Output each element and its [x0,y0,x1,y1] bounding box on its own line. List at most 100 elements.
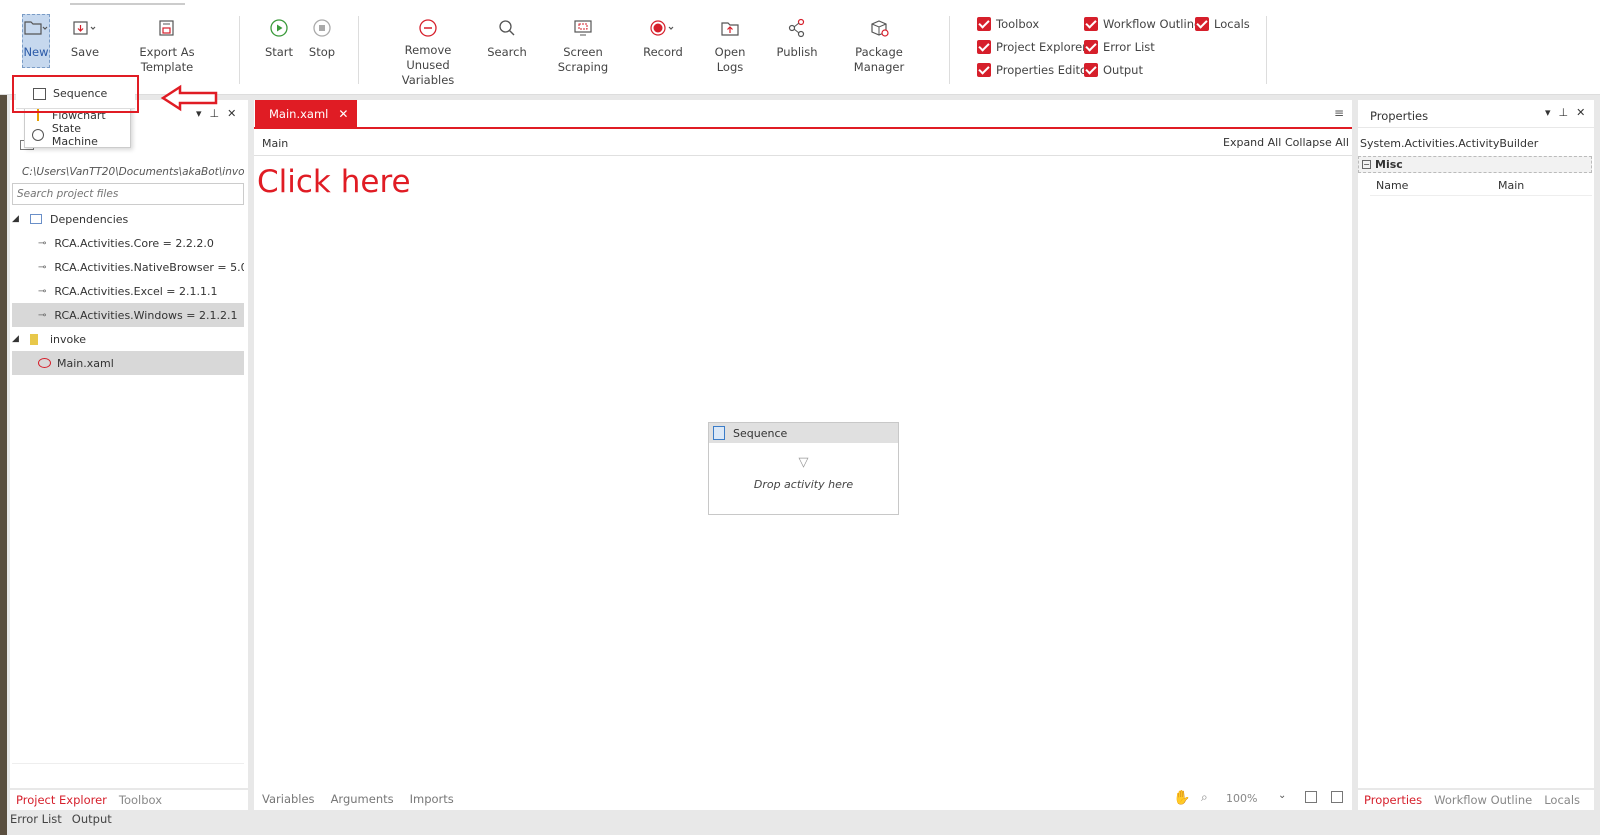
menu-label-state-machine: State Machine [51,122,98,148]
tree-item-dependency[interactable]: ⊸ RCA.Activities.Core = 2.2.2.0 [12,231,244,255]
open-logs-icon [720,14,740,42]
pin-icon[interactable]: ⊥ [1559,106,1569,119]
sequence-activity[interactable]: Sequence ▽ Drop activity here [708,422,899,515]
tab-workflow-outline[interactable]: Workflow Outline [1434,793,1532,807]
tab-imports[interactable]: Imports [410,792,454,806]
export-template-button[interactable]: Export As Template [117,14,217,75]
start-button[interactable]: Start [263,14,295,60]
locals-checkbox[interactable]: Locals [1195,15,1250,33]
package-manager-button[interactable]: Package Manager [832,14,926,75]
close-icon[interactable]: ✕ [1576,106,1585,119]
properties-editor-checkbox[interactable]: Properties Editor [977,61,1092,79]
export-template-icon [158,14,176,42]
tab-error-list[interactable]: Error List [10,812,62,826]
tab-variables[interactable]: Variables [262,792,315,806]
breadcrumb[interactable]: Main [262,137,288,150]
project-path: C:\Users\VanTT20\Documents\akaBot\invoi [22,166,244,178]
menu-item-sequence-highlighted[interactable]: Sequence [26,83,107,104]
save-label: Save [70,45,100,59]
search-label: Search [487,45,527,59]
properties-title: Properties [1370,109,1429,123]
expand-arrow-icon[interactable]: ◢ [12,334,26,344]
zoom-icon[interactable]: ⌕ [1201,790,1208,805]
properties-panel: Properties ▾ ⊥ ✕ System.Activities.Activ… [1358,100,1594,788]
export-label: Export As Template [139,45,195,74]
drop-hint: Drop activity here [753,478,854,491]
tab-output[interactable]: Output [72,812,112,826]
tree-item-dependency[interactable]: ⊸ RCA.Activities.Excel = 2.1.1.1 [12,279,244,303]
share-icon [787,14,807,42]
menu-item-state-machine[interactable]: State Machine [25,122,130,148]
fit-screen-icon[interactable] [1305,791,1317,803]
tree-item-dependency[interactable]: ⊸ RCA.Activities.NativeBrowser = 5.0.0.2 [12,255,244,279]
screen-scraping-icon [572,14,594,42]
properties-category[interactable]: − Misc [1358,156,1592,173]
remove-unused-line1: Remove Unused [404,43,452,72]
ribbon-separator [1266,16,1267,84]
tab-toolbox[interactable]: Toolbox [119,793,162,807]
collapse-all-link[interactable]: Collapse All [1285,136,1349,149]
tab-properties[interactable]: Properties [1364,793,1422,807]
remove-unused-variables-button[interactable]: Remove Unused Variables [383,14,473,88]
error-list-checkbox[interactable]: Error List [1084,38,1155,56]
dependency-icon: ⊸ [38,285,47,297]
checkbox-checked-icon [1084,63,1098,77]
tree-item-dependency[interactable]: ⊸ RCA.Activities.Windows = 2.1.2.1 [12,303,244,327]
tab-project-explorer[interactable]: Project Explorer [16,793,107,807]
overview-icon[interactable] [1331,791,1343,803]
dependency-label: RCA.Activities.Excel = 2.1.1.1 [54,284,218,298]
tree-item-file[interactable]: Main.xaml [12,351,244,375]
property-value[interactable]: Main [1498,179,1524,192]
search-project-input[interactable] [12,183,244,205]
output-checkbox[interactable]: Output [1084,61,1143,79]
expand-all-link[interactable]: Expand All [1223,136,1281,149]
search-button[interactable]: Search [487,14,527,60]
project-explorer-panel: ▾ ⊥ ✕ C:\Users\VanTT20\Documents\akaBot\… [10,100,248,788]
checkbox-checked-icon [977,17,991,31]
dropdown-icon[interactable]: ▾ [1545,106,1551,119]
dependency-icon: ⊸ [38,309,47,321]
checkbox-checked-icon [1084,40,1098,54]
stop-button[interactable]: Stop [307,14,337,60]
property-name: Name [1376,179,1409,192]
tree-item-dependencies[interactable]: ◢ Dependencies [12,207,244,231]
screen-scraping-button[interactable]: Screen Scraping [540,14,626,75]
save-button[interactable]: Save [70,14,100,60]
file-label: Main.xaml [57,356,114,370]
project-explorer-checkbox[interactable]: Project Explorer [977,38,1087,56]
properties-editor-check-label: Properties Editor [996,63,1092,77]
tree-item-folder[interactable]: ◢ invoke [12,327,244,351]
menu-label-sequence: Sequence [53,87,108,100]
package-manager-label: Package Manager [853,45,905,74]
record-button[interactable]: Record [643,14,683,60]
tab-arguments[interactable]: Arguments [331,792,394,806]
search-icon [497,14,517,42]
dependency-icon: ⊸ [38,237,47,249]
collapse-category-icon[interactable]: − [1362,160,1371,169]
workflow-file-icon [38,358,51,368]
folder-label: invoke [50,332,87,346]
zoom-dropdown-icon[interactable]: ⌄ [1278,790,1286,801]
tab-list-menu-icon[interactable]: ≡ [1334,106,1344,120]
tab-underline [254,127,1352,129]
checkbox-checked-icon [1084,17,1098,31]
new-button[interactable]: New [22,14,50,60]
category-label: Misc [1375,158,1403,171]
toolbox-checkbox[interactable]: Toolbox [977,15,1039,33]
tab-locals[interactable]: Locals [1544,793,1580,807]
horizontal-scrollbar[interactable] [12,763,244,771]
publish-button[interactable]: Publish [776,14,818,60]
close-tab-icon[interactable]: ✕ [338,107,348,121]
pan-hand-icon[interactable]: ✋ [1173,790,1190,806]
dependencies-icon [30,214,42,224]
zoom-level[interactable]: 100% [1226,792,1257,805]
workflow-outline-checkbox[interactable]: Workflow Outline [1084,15,1201,33]
expand-arrow-icon[interactable]: ◢ [12,214,26,224]
tab-main-xaml[interactable]: Main.xaml ✕ [255,100,357,127]
close-icon[interactable]: ✕ [227,107,236,120]
property-row[interactable]: Name Main [1370,176,1592,196]
project-explorer-check-label: Project Explorer [996,40,1087,54]
open-logs-button[interactable]: Open Logs [701,14,759,75]
error-list-check-label: Error List [1103,40,1155,54]
bottom-panel-tabs: Error List Output [10,812,112,826]
